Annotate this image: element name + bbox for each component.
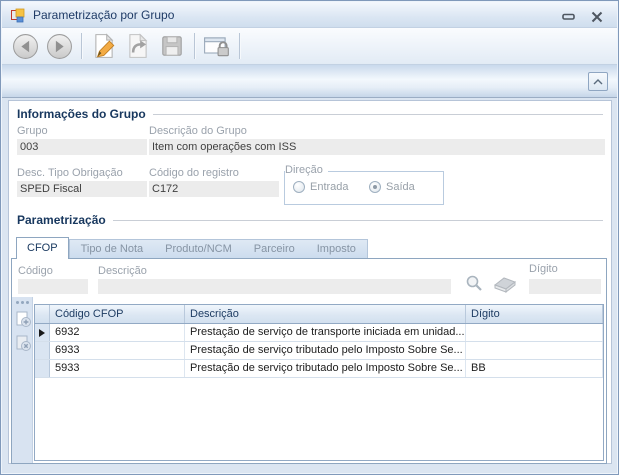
radio-circle-selected-icon xyxy=(369,181,381,193)
section-title: Informações do Grupo xyxy=(17,107,146,121)
save-button[interactable] xyxy=(156,30,188,62)
main-panel: Informações do Grupo Grupo 003 Descrição… xyxy=(8,100,612,464)
inactive-tabs: Tipo de Nota Produto/NCM Parceiro Impost… xyxy=(68,239,368,259)
toolbar-separator xyxy=(194,33,195,59)
tipo-obrigacao-field[interactable]: SPED Fiscal xyxy=(17,181,147,197)
filter-descricao-input[interactable] xyxy=(98,279,451,294)
filter-codigo-label: Código xyxy=(18,265,53,277)
descricao-grupo-label: Descrição do Grupo xyxy=(149,125,247,137)
window-title: Parametrização por Grupo xyxy=(33,8,175,22)
radio-saida[interactable]: Saída xyxy=(369,181,415,193)
cell-codigo[interactable]: 6932 xyxy=(50,324,185,341)
section-title: Parametrização xyxy=(17,213,106,227)
radio-entrada[interactable]: Entrada xyxy=(293,181,349,193)
grid-header-selector[interactable] xyxy=(35,305,50,323)
grid-header-descricao[interactable]: Descrição xyxy=(185,305,466,323)
filter-descricao-label: Descrição xyxy=(98,265,147,277)
grid-header-row: Código CFOP Descrição Dígito xyxy=(35,305,603,324)
cell-digito[interactable] xyxy=(466,324,603,341)
security-button[interactable] xyxy=(201,30,233,62)
undo-button[interactable] xyxy=(122,30,154,62)
undo-document-icon xyxy=(129,33,148,58)
toolbar-separator xyxy=(239,33,240,59)
current-row-marker-icon xyxy=(39,328,45,337)
add-row-button[interactable] xyxy=(13,309,32,328)
minimize-icon xyxy=(562,13,575,20)
grupo-label: Grupo xyxy=(17,125,48,137)
radio-saida-label: Saída xyxy=(386,181,415,193)
cell-codigo[interactable]: 6933 xyxy=(50,342,185,359)
section-rule xyxy=(112,219,603,221)
app-window: Parametrização por Grupo Informações do … xyxy=(0,0,619,475)
codigo-registro-field[interactable]: C172 xyxy=(149,181,279,197)
cell-descricao[interactable]: Prestação de serviço tributado pelo Impo… xyxy=(185,360,466,377)
table-row[interactable]: 5933 Prestação de serviço tributado pelo… xyxy=(35,360,603,378)
tab-cfop[interactable]: CFOP xyxy=(16,237,69,259)
radio-entrada-label: Entrada xyxy=(310,181,349,193)
group-info-section-header: Informações do Grupo xyxy=(17,107,603,121)
arrow-right-circle-icon xyxy=(46,33,72,59)
descricao-grupo-field[interactable]: Item com operações com ISS xyxy=(149,139,605,155)
collapsible-header xyxy=(2,65,617,98)
row-selector[interactable] xyxy=(35,324,50,341)
cell-descricao[interactable]: Prestação de serviço tributado pelo Impo… xyxy=(185,342,466,359)
section-rule xyxy=(152,113,603,115)
form-icon xyxy=(11,8,25,23)
parametrizacao-section-header: Parametrização xyxy=(17,213,603,227)
row-selector[interactable] xyxy=(35,342,50,359)
clear-filter-button[interactable] xyxy=(491,274,519,294)
codigo-registro-label: Código do registro xyxy=(149,167,239,179)
search-button[interactable] xyxy=(464,273,484,293)
delete-row-button[interactable] xyxy=(13,333,32,352)
toolbar-separator xyxy=(81,33,82,59)
direcao-groupbox: Direção Entrada Saída xyxy=(284,164,444,205)
grid-header-digito[interactable]: Dígito xyxy=(466,305,603,323)
cfop-tab-panel: Código Descrição Dígito Código CFOP Desc… xyxy=(11,258,607,464)
filter-codigo-input[interactable] xyxy=(18,279,88,294)
pencil-document-icon xyxy=(95,33,115,58)
cell-codigo[interactable]: 5933 xyxy=(50,360,185,377)
radio-circle-icon xyxy=(293,181,305,193)
row-selector[interactable] xyxy=(35,360,50,377)
grip-dots-icon xyxy=(16,301,19,304)
edit-button[interactable] xyxy=(88,30,120,62)
cell-digito[interactable] xyxy=(466,342,603,359)
floppy-disk-icon xyxy=(162,36,182,56)
tab-imposto[interactable]: Imposto xyxy=(306,240,367,259)
direcao-label: Direção xyxy=(285,164,328,176)
search-icon xyxy=(466,275,482,291)
cell-descricao[interactable]: Prestação de serviço de transporte inici… xyxy=(185,324,466,341)
add-row-icon xyxy=(16,311,31,327)
filter-digito-input[interactable] xyxy=(529,279,601,294)
tab-tipo-de-nota[interactable]: Tipo de Nota xyxy=(70,240,155,259)
cfop-grid: Código CFOP Descrição Dígito 6932 Presta… xyxy=(34,304,604,461)
tab-parceiro[interactable]: Parceiro xyxy=(243,240,306,259)
title-bar[interactable]: Parametrização por Grupo xyxy=(2,2,617,28)
grid-header-codigo-cfop[interactable]: Código CFOP xyxy=(50,305,185,323)
delete-row-icon xyxy=(16,335,31,351)
minimize-button[interactable] xyxy=(559,10,579,24)
table-row[interactable]: 6932 Prestação de serviço de transporte … xyxy=(35,324,603,342)
tab-strip: CFOP Tipo de Nota Produto/NCM Parceiro I… xyxy=(16,237,368,259)
window-lock-icon xyxy=(204,37,229,57)
table-row[interactable]: 6933 Prestação de serviço tributado pelo… xyxy=(35,342,603,360)
forward-button[interactable] xyxy=(43,30,75,62)
tab-produto-ncm[interactable]: Produto/NCM xyxy=(154,240,243,259)
arrow-left-circle-icon xyxy=(12,33,38,59)
filter-digito-label: Dígito xyxy=(529,263,558,275)
chevron-up-icon xyxy=(593,78,603,84)
tipo-obrigacao-label: Desc. Tipo Obrigação xyxy=(17,167,123,179)
back-button[interactable] xyxy=(9,30,41,62)
grupo-field[interactable]: 003 xyxy=(17,139,147,155)
collapse-button[interactable] xyxy=(588,72,608,91)
grid-side-toolbar xyxy=(12,297,33,463)
cell-digito[interactable]: BB xyxy=(466,360,603,377)
close-icon xyxy=(591,11,603,23)
close-button[interactable] xyxy=(587,10,607,24)
eraser-icon xyxy=(493,277,517,293)
toolbar xyxy=(2,28,617,65)
